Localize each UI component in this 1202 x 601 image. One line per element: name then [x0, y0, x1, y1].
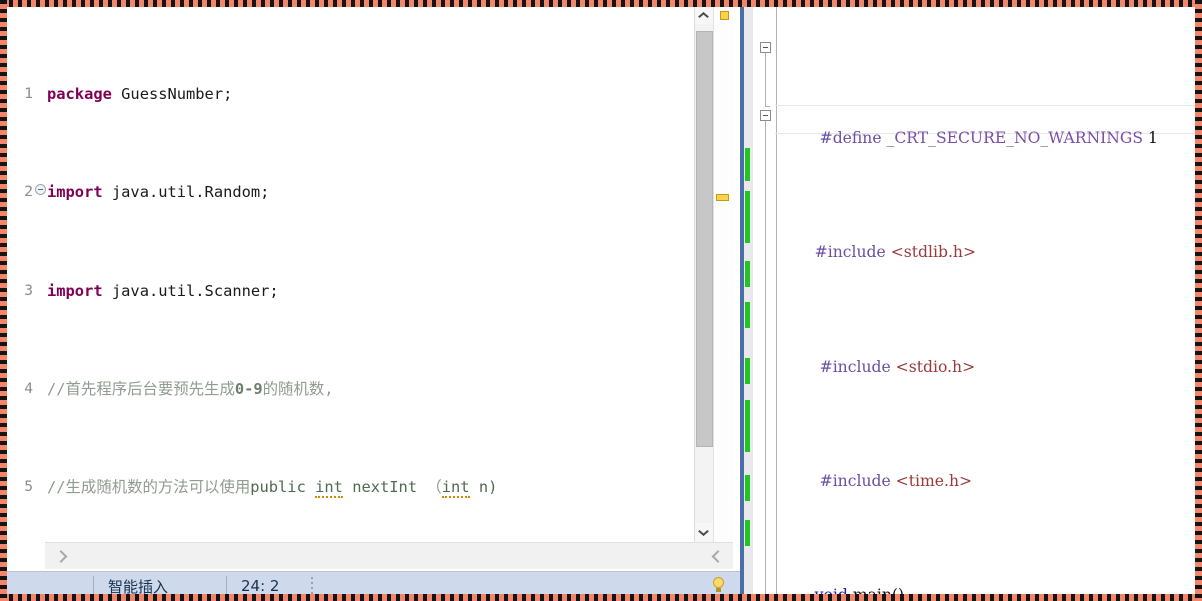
line-number: 3 [24, 281, 33, 299]
fold-collapse-icon[interactable] [760, 110, 771, 121]
line-number: 2 [24, 183, 33, 201]
fold-connector [765, 121, 766, 596]
line-number: 1 [24, 84, 33, 102]
chevron-down-icon [699, 529, 708, 538]
scroll-right-button[interactable] [703, 543, 727, 569]
pane-divider[interactable] [740, 5, 744, 596]
screenshot-root: 1 package GuessNumber; 2 import java.uti… [0, 0, 1202, 601]
code-line[interactable]: 4 //首先程序后台要预先生成0-9的随机数, [7, 377, 707, 402]
code-line[interactable]: 2 import java.util.Random; [7, 180, 707, 205]
line-text: import java.util.Random; [47, 183, 270, 202]
fold-connector-end [765, 106, 770, 107]
java-overview-ruler[interactable] [713, 5, 733, 542]
java-code-surface[interactable]: 1 package GuessNumber; 2 import java.uti… [7, 5, 740, 596]
vs-outline-column[interactable] [757, 5, 775, 596]
line-text: #include <stdio.h> [819, 357, 976, 376]
eclipse-status-bar: 智能插入 24: 2 [7, 571, 740, 596]
change-marker [745, 520, 750, 546]
change-marker [745, 191, 750, 243]
change-marker [745, 148, 750, 181]
change-marker [745, 261, 750, 287]
scroll-down-button[interactable] [695, 523, 714, 542]
code-line[interactable]: 1 package GuessNumber; [7, 82, 707, 107]
chevron-right-icon [711, 550, 721, 562]
lightbulb-base [716, 588, 721, 592]
image-border-left [0, 0, 7, 601]
change-marker [745, 475, 750, 501]
change-marker [745, 400, 750, 452]
chevron-up-icon [699, 11, 708, 20]
line-text: #include <stdlib.h> [814, 243, 977, 262]
status-cursor-position[interactable]: 24: 2 [227, 577, 293, 595]
line-text: void main() [814, 585, 905, 596]
line-number: 4 [24, 379, 33, 397]
status-insert-mode[interactable]: 智能插入 [94, 576, 182, 597]
java-vertical-scrollbar[interactable] [694, 5, 714, 542]
code-line[interactable]: #include <time.h> [775, 438, 1195, 490]
visual-studio-c-editor-pane: #define _CRT_SECURE_NO_WARNINGS 1 #inclu… [744, 5, 1195, 596]
code-line[interactable]: #include <stdio.h> [775, 324, 1195, 376]
java-horizontal-scrollbar[interactable] [45, 542, 733, 569]
lightbulb-glass [713, 577, 724, 588]
code-line[interactable]: 5 //生成随机数的方法可以使用public int nextInt （int … [7, 475, 707, 500]
warning-marker-icon[interactable] [720, 11, 729, 20]
image-border-right [1195, 0, 1202, 601]
vs-change-indicator-strip [744, 5, 753, 596]
line-text: #include <time.h> [819, 471, 973, 490]
eclipse-java-editor-pane: 1 package GuessNumber; 2 import java.uti… [7, 5, 740, 596]
line-text: //生成随机数的方法可以使用public int nextInt （int n) [47, 478, 498, 499]
line-text: #define _CRT_SECURE_NO_WARNINGS 1 [819, 129, 1158, 148]
line-text: //首先程序后台要预先生成0-9的随机数, [47, 379, 334, 398]
scroll-left-button[interactable] [51, 543, 75, 569]
line-number: 5 [24, 478, 33, 496]
c-code-text[interactable]: #define _CRT_SECURE_NO_WARNINGS 1 #inclu… [775, 5, 1195, 596]
line-text: import java.util.Scanner; [47, 281, 279, 300]
scrollbar-thumb[interactable] [696, 31, 713, 447]
chevron-left-icon [59, 550, 69, 562]
java-code-text[interactable]: 1 package GuessNumber; 2 import java.uti… [7, 5, 707, 596]
code-line[interactable]: #define _CRT_SECURE_NO_WARNINGS 1 [775, 96, 1195, 147]
change-marker [745, 358, 750, 384]
scroll-up-button[interactable] [695, 5, 714, 24]
line-text: package GuessNumber; [47, 84, 233, 103]
fold-collapse-icon[interactable] [760, 42, 771, 53]
status-resize-grip [311, 577, 314, 595]
code-line[interactable]: #include <stdlib.h> [775, 210, 1195, 261]
change-marker [745, 302, 750, 328]
code-line[interactable]: void main() [775, 552, 1195, 596]
lightbulb-icon[interactable] [711, 577, 726, 595]
warning-marker-icon[interactable] [716, 194, 729, 201]
code-line[interactable]: 3 import java.util.Scanner; [7, 279, 707, 304]
fold-collapse-icon[interactable] [35, 184, 46, 196]
fold-connector [765, 53, 766, 106]
